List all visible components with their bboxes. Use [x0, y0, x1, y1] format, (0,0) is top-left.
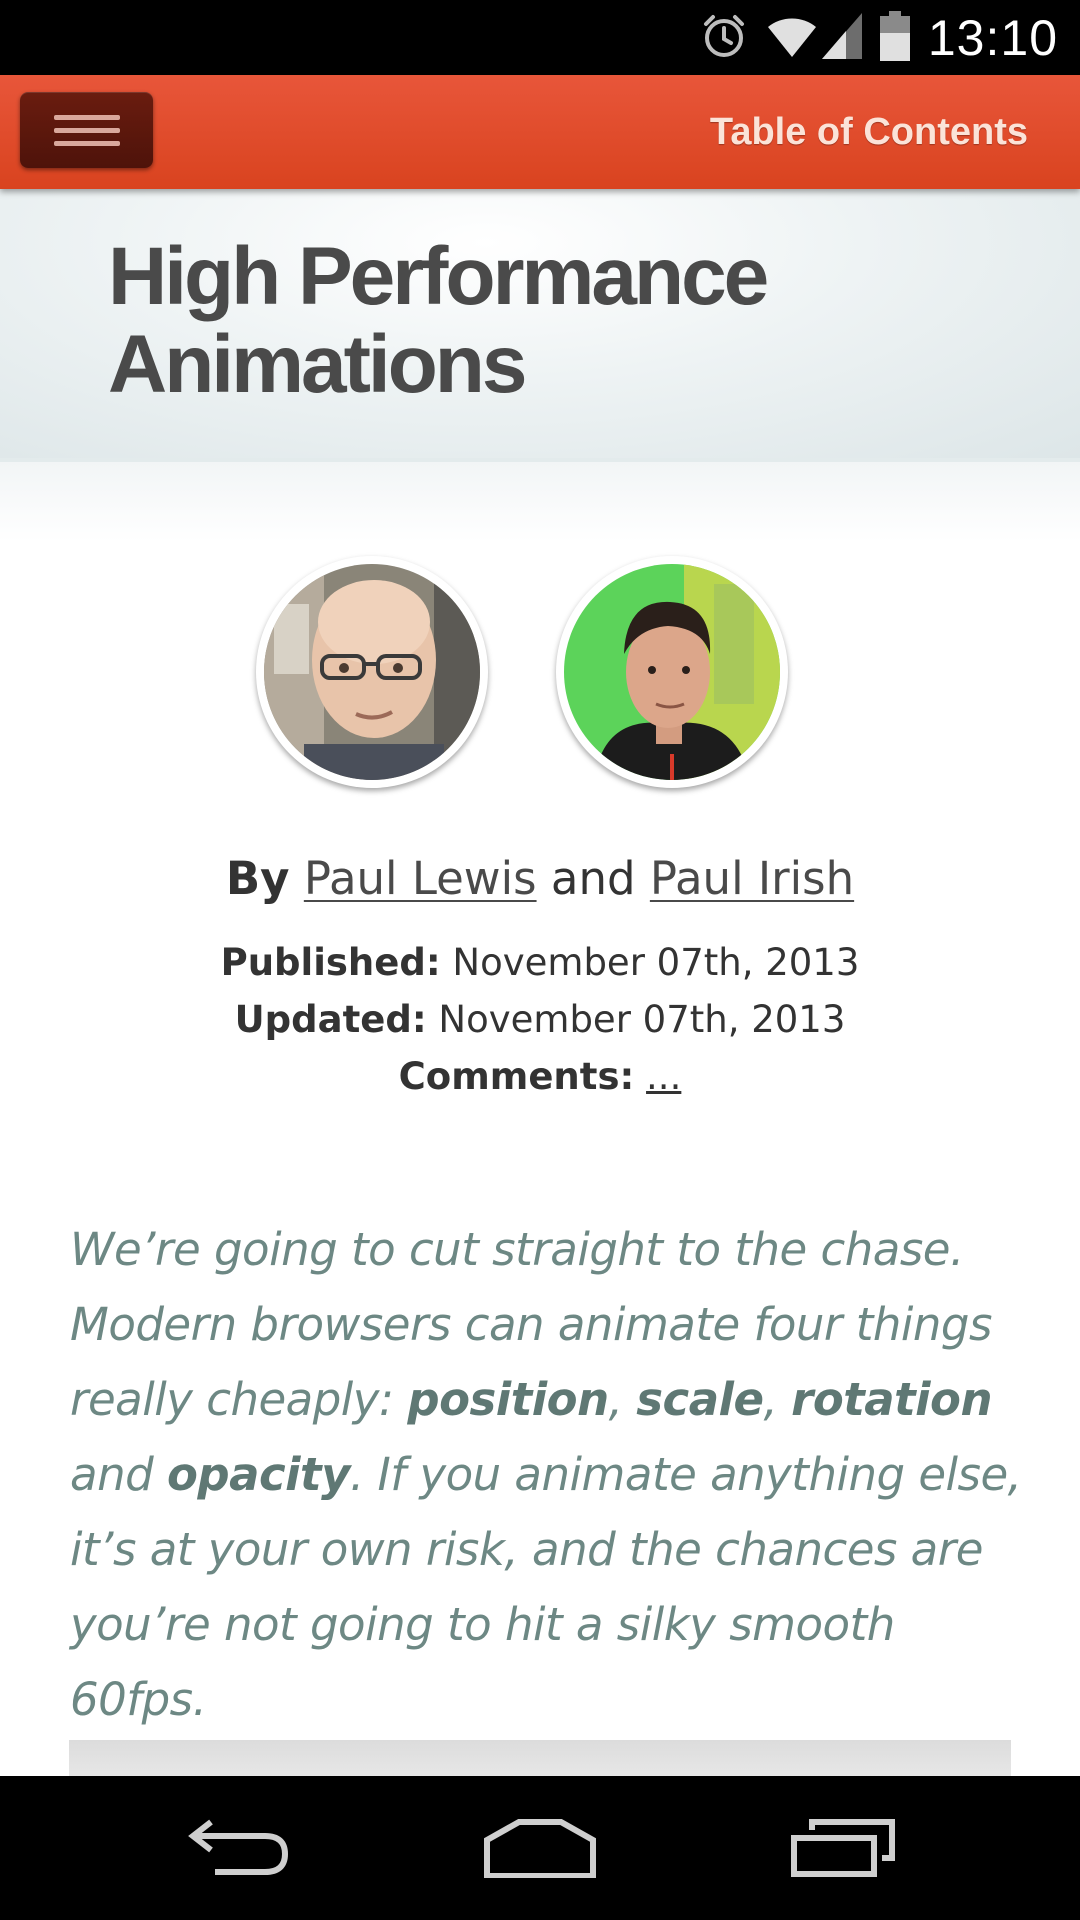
page-title: High Performance Animations [108, 233, 1008, 409]
published-label: Published: [220, 941, 441, 984]
recent-apps-icon [791, 1819, 895, 1877]
avatar-image [564, 564, 780, 780]
comments-row: Comments: ... [0, 1048, 1080, 1105]
byline-prefix: By [225, 852, 290, 905]
published-row: Published: November 07th, 2013 [0, 934, 1080, 991]
article-meta: Published: November 07th, 2013 Updated: … [0, 934, 1080, 1105]
home-button[interactable] [465, 1806, 615, 1890]
avatar-paul-lewis[interactable] [256, 556, 488, 788]
app-bar: Table of Contents [0, 75, 1080, 189]
intro-sep-2: , [763, 1373, 792, 1426]
battery-icon [879, 10, 910, 65]
status-icons: 13:10 [700, 0, 1058, 75]
recent-apps-button[interactable] [768, 1806, 918, 1890]
published-date: November 07th, 2013 [452, 941, 860, 984]
home-icon [484, 1819, 596, 1878]
comments-link[interactable]: ... [646, 1055, 681, 1098]
byline: By Paul Lewis and Paul Irish [0, 846, 1080, 912]
back-button[interactable] [165, 1806, 315, 1890]
signal-icon [821, 12, 862, 63]
author-link-paul-irish[interactable]: Paul Irish [650, 852, 854, 905]
intro-paragraph: We’re going to cut straight to the chase… [70, 1212, 1030, 1737]
comments-label: Comments: [398, 1055, 635, 1098]
title-header: High Performance Animations [0, 189, 1080, 462]
table-of-contents-link[interactable]: Table of Contents [710, 75, 1028, 189]
alarm-icon [700, 12, 748, 64]
keyword-rotation: rotation [791, 1373, 992, 1426]
updated-date: November 07th, 2013 [438, 998, 846, 1041]
keyword-scale: scale [636, 1373, 764, 1426]
page-title-line-2: Animations [108, 319, 527, 410]
menu-button[interactable] [20, 92, 153, 168]
updated-row: Updated: November 07th, 2013 [0, 991, 1080, 1048]
status-bar: 13:10 [0, 0, 1080, 75]
intro-sep-3: and [70, 1448, 167, 1501]
keyword-position: position [407, 1373, 609, 1426]
byline-conjunction: and [550, 852, 636, 905]
header-divider [0, 462, 1080, 542]
screen: 13:10 Table of Contents High Performance… [0, 0, 1080, 1920]
avatar-paul-irish[interactable] [556, 556, 788, 788]
intro-sep-1: , [608, 1373, 637, 1426]
status-time: 13:10 [927, 9, 1058, 66]
author-link-paul-lewis[interactable]: Paul Lewis [304, 852, 537, 905]
back-icon [188, 1819, 289, 1875]
hamburger-menu-icon [53, 114, 120, 120]
wifi-icon [766, 13, 818, 63]
keyword-opacity: opacity [166, 1448, 350, 1501]
hamburger-menu-icon-bar [53, 127, 120, 133]
avatar-image [264, 564, 480, 780]
updated-label: Updated: [234, 998, 427, 1041]
hamburger-menu-icon-bar [53, 140, 120, 146]
page-title-line-1: High Performance [108, 231, 769, 322]
navigation-bar [0, 1776, 1080, 1920]
figure-placeholder [69, 1740, 1011, 1780]
